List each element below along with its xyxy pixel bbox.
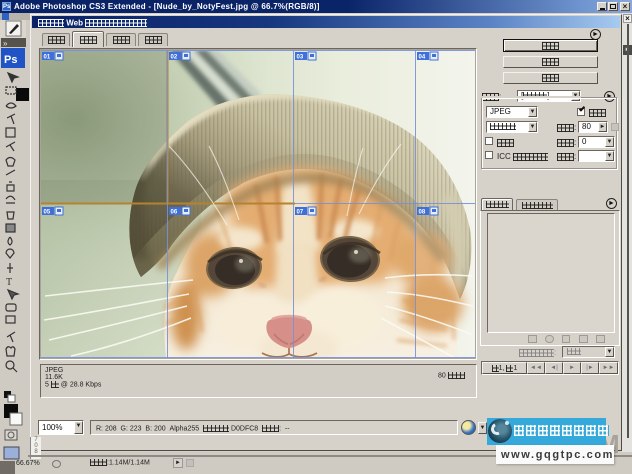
svg-text:06: 06: [171, 210, 178, 216]
svg-text:02: 02: [171, 55, 178, 61]
svg-text:03: 03: [297, 55, 304, 61]
svg-text:05: 05: [44, 210, 51, 216]
svg-text:04: 04: [419, 55, 426, 61]
svg-text:Ps: Ps: [4, 54, 17, 66]
svg-text:T: T: [6, 277, 12, 288]
svg-text:»: »: [3, 39, 8, 48]
svg-text:07: 07: [297, 210, 304, 216]
svg-text:08: 08: [419, 210, 426, 216]
svg-text:01: 01: [44, 55, 51, 61]
